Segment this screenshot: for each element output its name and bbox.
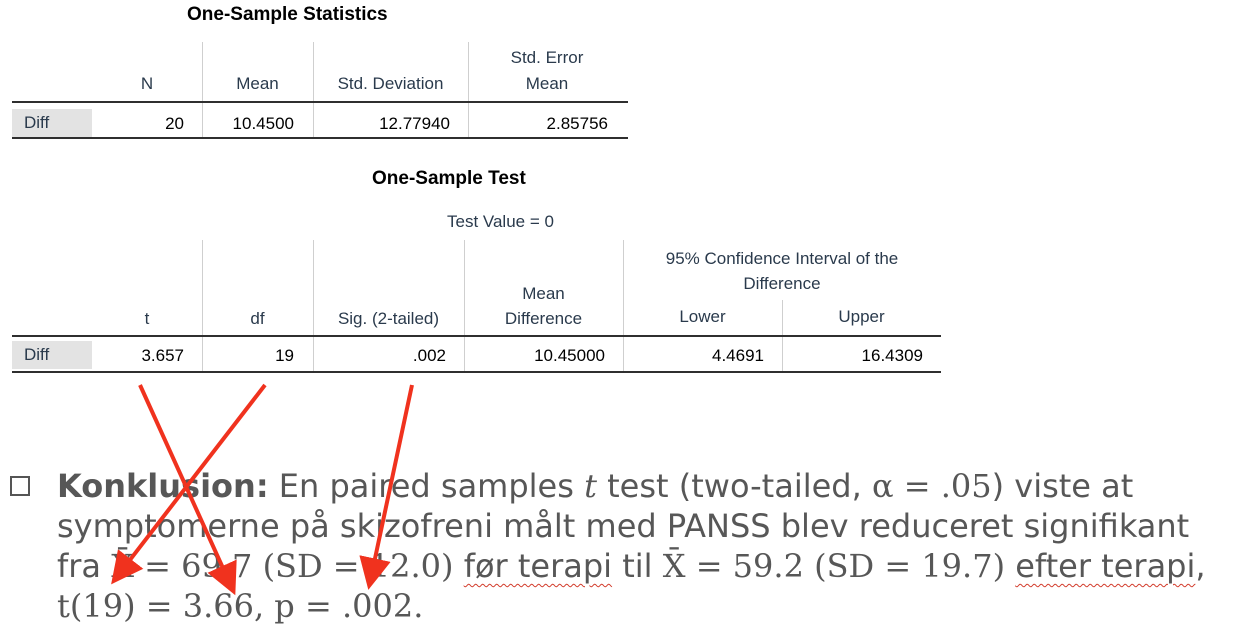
arrow-df: [111, 383, 267, 585]
arrow-sig: [359, 384, 414, 590]
annotation-arrows: [111, 383, 414, 596]
